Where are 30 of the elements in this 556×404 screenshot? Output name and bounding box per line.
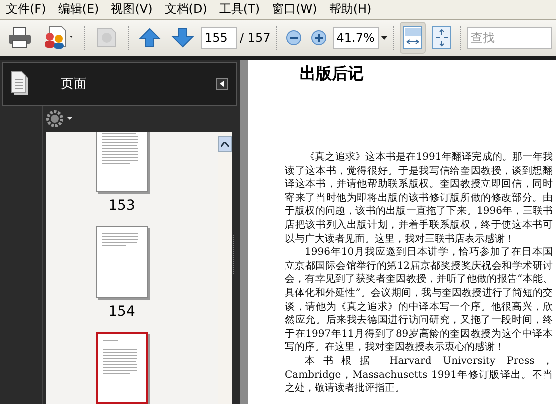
zoom-field[interactable]: 41.7% xyxy=(332,27,379,49)
menu-item[interactable]: 窗口(W) xyxy=(268,1,326,18)
gear-icon[interactable] xyxy=(46,110,74,128)
menu-item[interactable]: 视图(V) xyxy=(107,1,161,18)
panel-title: 页面 xyxy=(61,76,88,93)
fit-width-button[interactable] xyxy=(400,22,426,54)
document-paragraph: 1996年10月我应邀到日本讲学，恰巧参加了在日本国立京都国际会馆举行的第12届京都奖授奖庆祝会和学术研讨会，有幸见到了获奖者奎因教授，并听了他做的报告“本能、具体化和外延性”。会议期间，我与奎因教授进行了简短的交谈，请他为《真之追求》的中译本写一个序。他很高兴，欣然应允。后来我去德国进行访问研究，又拖了一段时间，终于在1997年11月得到了89岁高龄的奎因教授为这个中译本写的序。在这里，我对奎因教授表示衷心的感谢！ xyxy=(285,246,553,355)
scroll-up-button[interactable] xyxy=(218,136,232,152)
document-paragraph: 本书根据 Harvard University Press，Cambridge，Massachusetts 1991年修订版译出。不当之处，敬请读者批评指正。 xyxy=(285,354,553,396)
page-total: / 157 xyxy=(240,31,271,45)
menu-item[interactable]: 工具(T) xyxy=(215,1,268,18)
resize-grip-icon[interactable] xyxy=(232,235,236,275)
page-thumbnail[interactable] xyxy=(96,332,148,404)
menu-item[interactable]: 编辑(E) xyxy=(54,1,108,18)
page-number-field[interactable]: 155 xyxy=(201,27,237,49)
page-thumbnail[interactable] xyxy=(96,132,148,192)
collapse-button[interactable] xyxy=(216,78,228,90)
document-paragraph: 《真之追求》这本书是在1991年翻译完成的。那一年我读了这本书，觉得很好。于是我写信给奎因教授，谈到想翻译这本书，并请他帮助联系版权。奎因教授立即回信，同时寄来了当时他为即将出版的该书修订版所做的修改部分。由于版权的问题，该书的出版一直拖了下来。1996年，三联书店把该书列入出版计划，并着手联系版权，终于使这本书可以与广大读者见面。这里，我对三联书店表示感谢！ xyxy=(285,151,553,246)
chevron-up-icon xyxy=(221,142,229,146)
menu-item[interactable]: 帮助(H) xyxy=(325,1,380,18)
menu-item[interactable]: 文档(D) xyxy=(160,1,216,18)
page-number: 153 xyxy=(108,198,136,214)
document-title: 出版后记 xyxy=(300,64,365,85)
caret-icon[interactable] xyxy=(380,36,388,40)
triangle-left-icon xyxy=(220,81,224,87)
page-number: 154 xyxy=(108,304,136,320)
page-thumbnail[interactable] xyxy=(96,226,148,298)
menu-item[interactable]: 文件(F) xyxy=(2,1,54,18)
search-field[interactable]: 查找 xyxy=(466,27,552,49)
page-icon xyxy=(11,71,31,97)
